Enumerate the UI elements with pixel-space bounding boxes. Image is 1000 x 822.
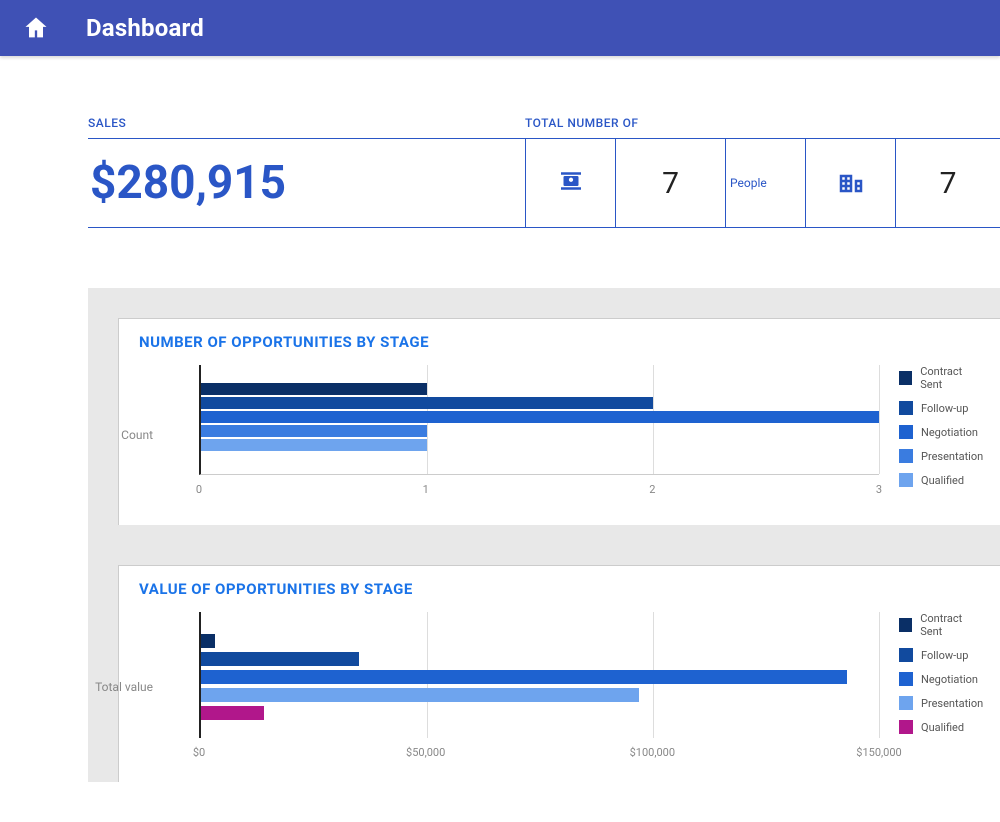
legend-item: Presentation (899, 696, 983, 710)
companies-count: 7 (895, 139, 1000, 227)
page-title: Dashboard (86, 14, 204, 42)
legend-label: Follow-up (921, 649, 968, 662)
people-icon-cell (525, 139, 615, 227)
x-tick: $0 (193, 746, 205, 759)
legend-label: Negotiation (921, 426, 978, 439)
legend-item: Negotiation (899, 672, 983, 686)
kpi-section: SALES TOTAL NUMBER OF $280,915 7 People … (0, 56, 1000, 228)
legend-swatch (899, 696, 913, 710)
kpi-row: $280,915 7 People 7 (88, 138, 1000, 228)
chart1-plot: Count 0123 (139, 365, 879, 505)
x-tick: 2 (649, 483, 655, 496)
legend-item: Qualified (899, 720, 983, 734)
bar-follow-up (201, 652, 359, 666)
bar-qualified (201, 706, 264, 720)
x-tick: $100,000 (630, 746, 675, 759)
legend-label: Presentation (921, 450, 983, 463)
chart-title: NUMBER OF OPPORTUNITIES BY STAGE (139, 333, 980, 351)
app-header: Dashboard (0, 0, 1000, 56)
chart2-plot: Total value $0$50,000$100,000$150,000 (139, 612, 879, 762)
chart1-legend: Contract Sent Follow-up Negotiation Present… (899, 365, 983, 505)
x-tick: $50,000 (406, 746, 445, 759)
legend-swatch (899, 425, 913, 439)
chart2-ylabel: Total value (83, 680, 153, 694)
legend-label: Contract Sent (920, 365, 983, 391)
legend-swatch (899, 371, 912, 385)
x-tick: 0 (196, 483, 202, 496)
x-tick: 1 (423, 483, 429, 496)
legend-label: Qualified (921, 721, 964, 734)
legend-label: Negotiation (921, 673, 978, 686)
bar-contract-sent (201, 383, 427, 395)
chart1-ylabel: Count (83, 428, 153, 442)
people-count: 7 (615, 139, 725, 227)
legend-item: Follow-up (899, 401, 983, 415)
bar-presentation (201, 688, 639, 702)
legend-label: Contract Sent (920, 612, 983, 638)
sales-label: SALES (88, 116, 525, 130)
legend-swatch (899, 449, 913, 463)
legend-item: Presentation (899, 449, 983, 463)
x-tick: 3 (876, 483, 882, 496)
chart2-legend: Contract Sent Follow-up Negotiation Present… (899, 612, 983, 762)
sales-value: $280,915 (88, 156, 286, 210)
bar-contract-sent (201, 634, 215, 648)
legend-item: Negotiation (899, 425, 983, 439)
legend-item: Contract Sent (899, 365, 983, 391)
people-label: People (725, 139, 805, 227)
legend-swatch (899, 618, 912, 632)
chart-value-by-stage: VALUE OF OPPORTUNITIES BY STAGE Total va… (118, 565, 1000, 782)
bar-negotiation (201, 411, 879, 423)
kpi-sales-cell: $280,915 (88, 139, 525, 227)
chart-opportunities-by-stage: NUMBER OF OPPORTUNITIES BY STAGE Count 0… (118, 318, 1000, 525)
legend-swatch (899, 720, 913, 734)
charts-section: NUMBER OF OPPORTUNITIES BY STAGE Count 0… (88, 288, 1000, 782)
legend-swatch (899, 473, 913, 487)
legend-item: Follow-up (899, 648, 983, 662)
legend-label: Follow-up (921, 402, 968, 415)
legend-swatch (899, 648, 913, 662)
building-icon (836, 166, 866, 200)
legend-swatch (899, 672, 913, 686)
legend-item: Contract Sent (899, 612, 983, 638)
people-icon (556, 166, 586, 200)
bar-negotiation (201, 670, 847, 684)
bar-qualified (201, 439, 427, 451)
x-tick: $150,000 (856, 746, 901, 759)
legend-label: Qualified (921, 474, 964, 487)
legend-label: Presentation (921, 697, 983, 710)
legend-swatch (899, 401, 913, 415)
bar-presentation (201, 425, 427, 437)
chart2-title: VALUE OF OPPORTUNITIES BY STAGE (139, 580, 980, 598)
legend-item: Qualified (899, 473, 983, 487)
companies-icon-cell (805, 139, 895, 227)
bar-follow-up (201, 397, 653, 409)
total-number-of-label: TOTAL NUMBER OF (525, 116, 638, 130)
home-icon[interactable] (22, 14, 50, 42)
